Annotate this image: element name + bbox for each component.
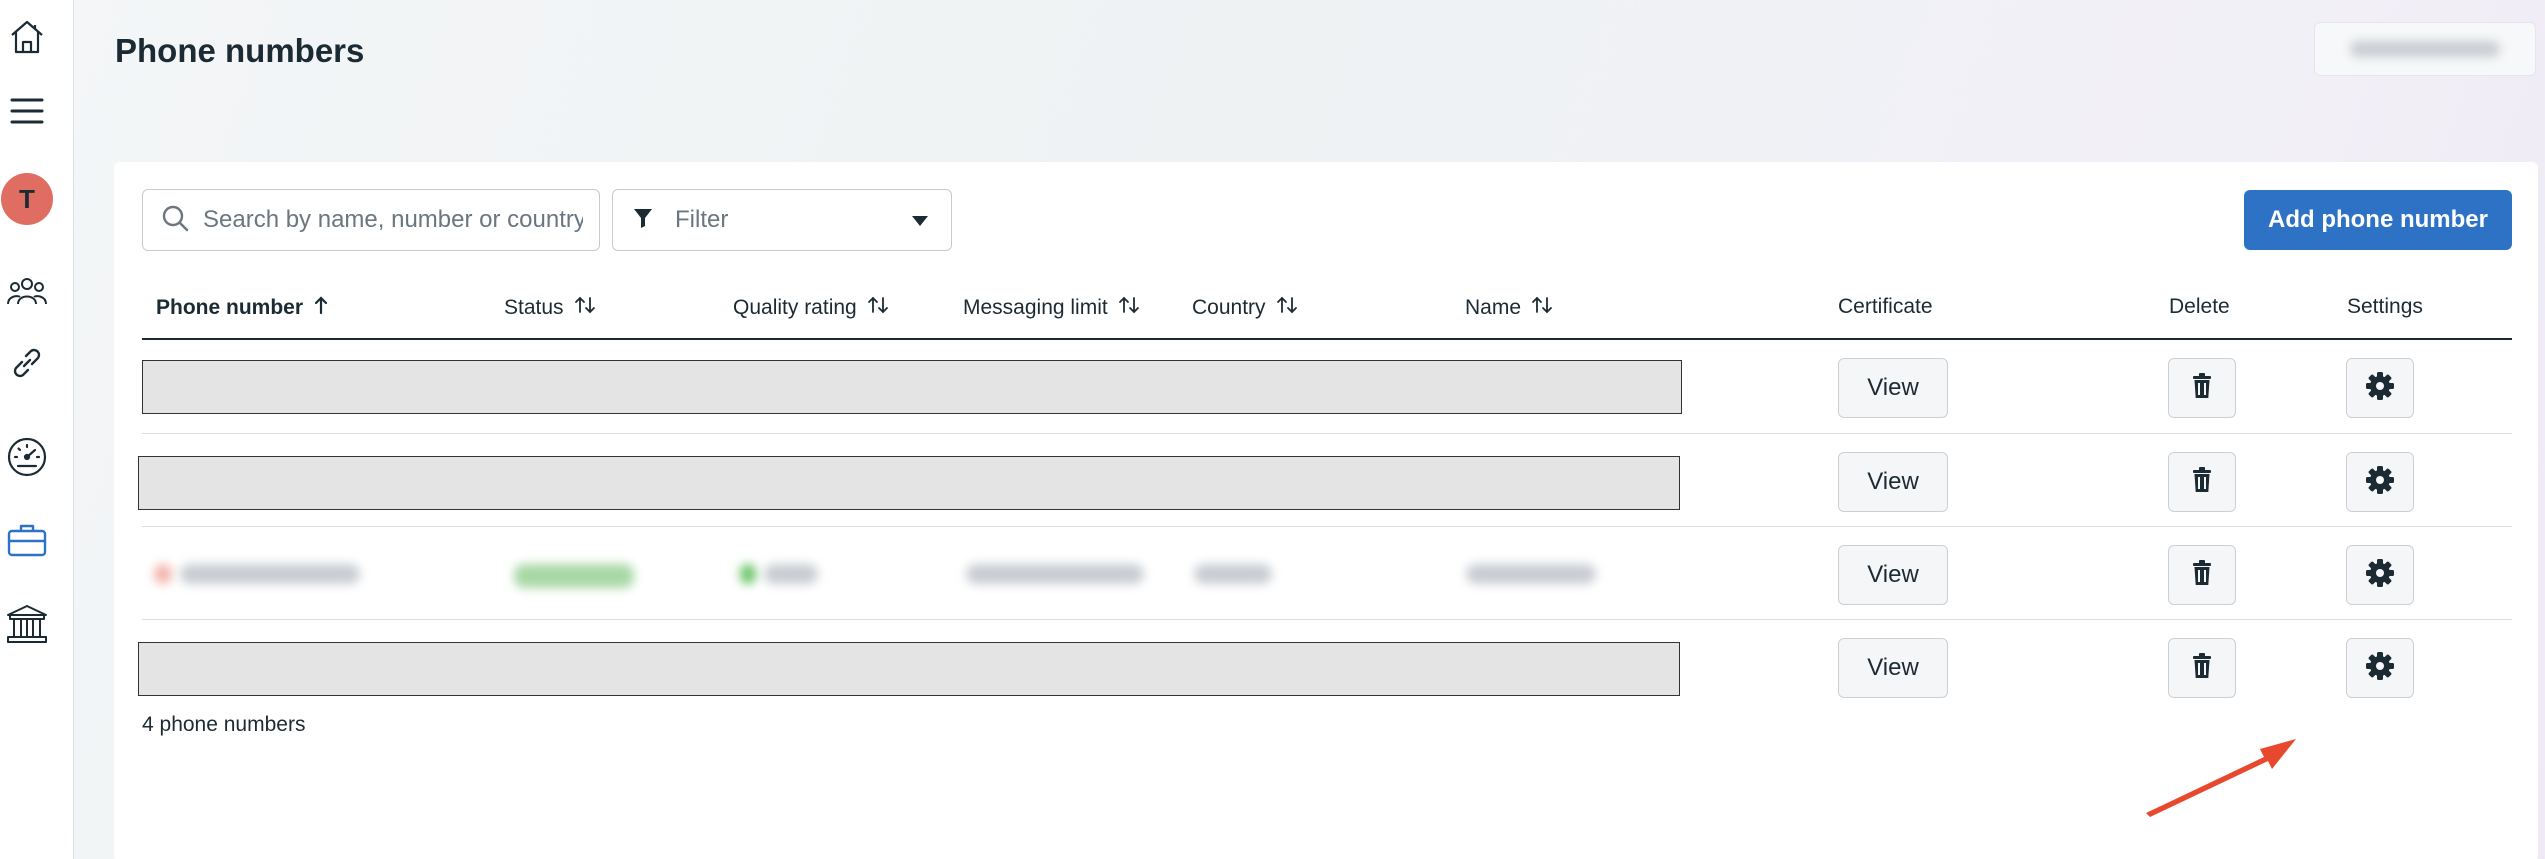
blurred-quality-text — [764, 564, 818, 584]
trash-icon — [2191, 652, 2213, 684]
view-certificate-button[interactable]: View — [1838, 358, 1948, 418]
link-icon[interactable] — [0, 340, 54, 386]
briefcase-icon[interactable] — [0, 515, 54, 565]
blurred-row-content — [114, 550, 1814, 600]
menu-icon[interactable] — [0, 88, 54, 134]
gear-icon — [2366, 651, 2394, 685]
delete-button[interactable] — [2168, 545, 2236, 605]
redacted-row-content — [142, 360, 1682, 414]
column-label: Phone number — [156, 296, 304, 319]
blurred-status-badge — [514, 564, 634, 588]
column-label: Country — [1192, 296, 1266, 319]
add-phone-number-button[interactable]: Add phone number — [2244, 190, 2512, 250]
sort-icon — [1531, 295, 1553, 321]
settings-button[interactable] — [2346, 545, 2414, 605]
avatar-initial: T — [19, 183, 35, 214]
settings-button[interactable] — [2346, 452, 2414, 512]
gear-icon — [2366, 465, 2394, 499]
phone-number-count: 4 phone numbers — [142, 713, 306, 736]
gear-icon — [2366, 558, 2394, 592]
settings-button[interactable] — [2346, 638, 2414, 698]
sort-icon — [1276, 295, 1298, 321]
view-certificate-button[interactable]: View — [1838, 545, 1948, 605]
page-title: Phone numbers — [115, 32, 365, 69]
home-icon[interactable] — [0, 10, 54, 64]
delete-button[interactable] — [2168, 638, 2236, 698]
blurred-phone-number — [180, 564, 360, 584]
column-label: Status — [504, 296, 564, 319]
column-label: Quality rating — [733, 296, 857, 319]
column-label: Certificate — [1838, 295, 1933, 318]
table-header-divider — [142, 338, 2512, 340]
annotation-arrow — [2144, 727, 2304, 822]
phone-numbers-card: Filter Add phone number Phone number Sta… — [114, 162, 2538, 859]
account-selector[interactable] — [2314, 22, 2536, 76]
blurred-name — [1466, 564, 1596, 584]
chevron-down-icon — [911, 214, 929, 232]
blurred-flag — [154, 564, 172, 584]
trash-icon — [2191, 466, 2213, 498]
column-label: Delete — [2169, 295, 2230, 318]
gear-icon — [2366, 371, 2394, 405]
view-certificate-button[interactable]: View — [1838, 638, 1948, 698]
sort-ascending-icon — [313, 295, 329, 321]
search-input[interactable] — [203, 206, 583, 234]
column-header-country[interactable]: Country — [1192, 295, 1298, 321]
search-icon — [161, 204, 189, 237]
settings-button[interactable] — [2346, 358, 2414, 418]
people-icon[interactable] — [0, 268, 54, 314]
column-label: Name — [1465, 296, 1522, 319]
trash-icon — [2191, 559, 2213, 591]
column-header-quality-rating[interactable]: Quality rating — [733, 295, 889, 321]
row-divider — [142, 619, 2512, 620]
blurred-country — [1194, 564, 1272, 584]
sort-icon — [1118, 295, 1140, 321]
search-box[interactable] — [142, 189, 600, 251]
delete-button[interactable] — [2168, 452, 2236, 512]
column-header-certificate: Certificate — [1838, 295, 1933, 319]
filter-icon — [633, 207, 653, 234]
bank-icon[interactable] — [0, 598, 54, 650]
avatar[interactable]: T — [1, 173, 53, 225]
blurred-account-name — [2350, 41, 2500, 57]
sort-icon — [867, 295, 889, 321]
view-certificate-button[interactable]: View — [1838, 452, 1948, 512]
filter-dropdown[interactable]: Filter — [612, 189, 952, 251]
blurred-quality-dot — [740, 564, 756, 584]
column-header-phone-number[interactable]: Phone number — [156, 295, 329, 321]
delete-button[interactable] — [2168, 358, 2236, 418]
redacted-row-content — [138, 642, 1680, 696]
column-header-settings: Settings — [2347, 295, 2423, 319]
blurred-messaging-limit — [966, 564, 1144, 584]
column-header-name[interactable]: Name — [1465, 295, 1553, 321]
sort-icon — [574, 295, 596, 321]
column-header-delete: Delete — [2169, 295, 2230, 319]
filter-label: Filter — [675, 206, 729, 233]
column-header-messaging-limit[interactable]: Messaging limit — [963, 295, 1140, 321]
redacted-row-content — [138, 456, 1680, 510]
speedometer-icon[interactable] — [0, 432, 54, 482]
column-header-status[interactable]: Status — [504, 295, 596, 321]
column-label: Messaging limit — [963, 296, 1108, 319]
row-divider — [142, 433, 2512, 434]
row-divider — [142, 526, 2512, 527]
column-label: Settings — [2347, 295, 2423, 318]
trash-icon — [2191, 372, 2213, 404]
left-sidebar: T — [0, 0, 74, 859]
